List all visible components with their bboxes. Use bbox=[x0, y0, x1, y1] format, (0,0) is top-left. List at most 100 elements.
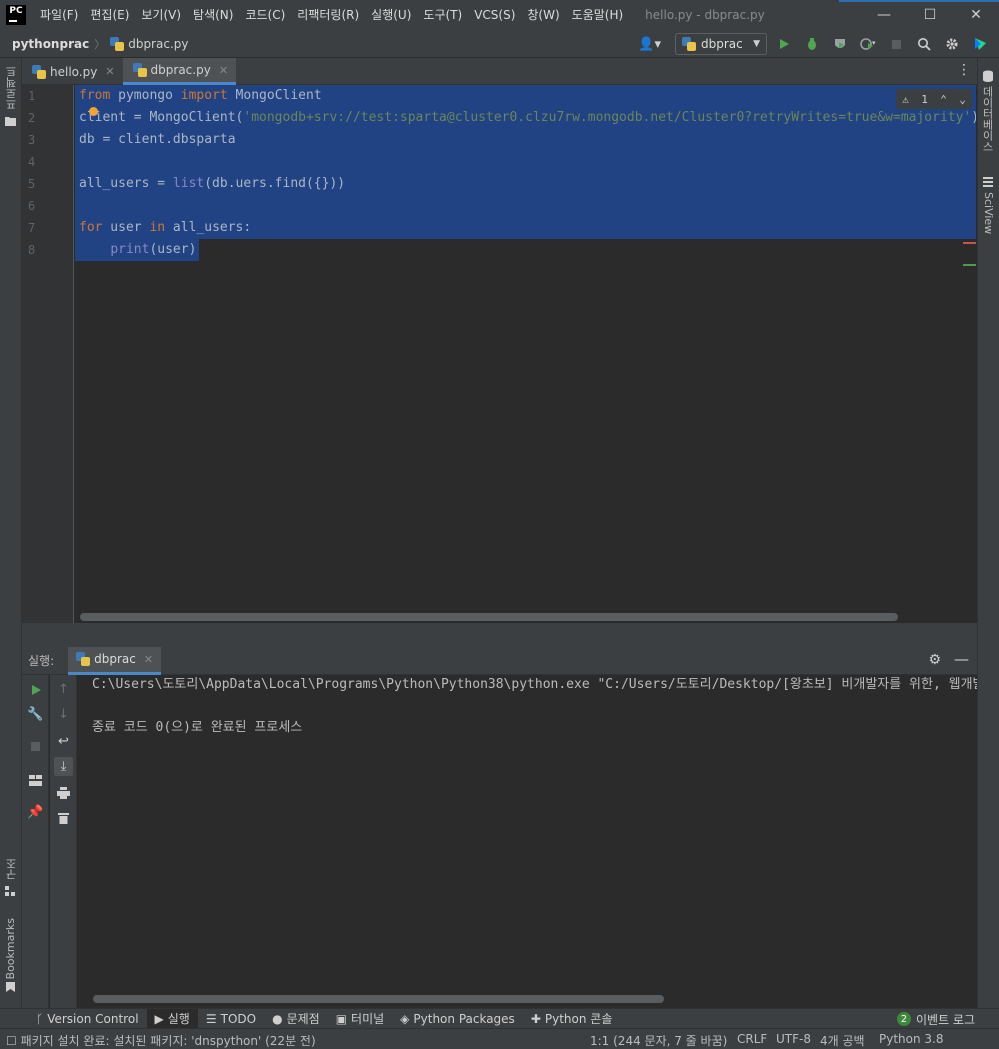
code-line: client = MongoClient('mongodb+srv://test… bbox=[79, 107, 976, 129]
python-file-icon bbox=[32, 64, 46, 79]
bookmark-icon bbox=[6, 982, 15, 992]
print-icon[interactable] bbox=[54, 783, 73, 802]
user-account-icon[interactable]: 👤▾ bbox=[638, 37, 661, 52]
bookmarks-tool-button[interactable]: Bookmarks bbox=[4, 918, 17, 979]
run-configuration-select[interactable]: dbprac ▼ bbox=[675, 33, 767, 55]
menu-refactor[interactable]: 리팩터링(R) bbox=[291, 0, 365, 30]
python-packages-tool-button[interactable]: ◈ Python Packages bbox=[392, 1009, 523, 1029]
line-number: 5 bbox=[28, 177, 36, 191]
menu-run[interactable]: 실행(U) bbox=[365, 0, 417, 30]
indent-setting[interactable]: 4개 공백 bbox=[820, 1032, 865, 1049]
todo-tool-button[interactable]: ☰ TODO bbox=[198, 1009, 264, 1029]
event-count-badge: 2 bbox=[896, 1012, 911, 1026]
status-message[interactable]: ☐ 패키지 설치 완료: 설치된 패키지: 'dnspython' (22분 전… bbox=[6, 1032, 316, 1049]
event-log-tool-button[interactable]: 2 이벤트 로그 bbox=[896, 1009, 975, 1029]
problems-icon: ● bbox=[272, 1011, 283, 1026]
close-tab-icon[interactable]: ✕ bbox=[219, 64, 228, 77]
code-token: all_users: bbox=[165, 220, 252, 235]
menu-help[interactable]: 도움말(H) bbox=[566, 0, 630, 30]
editor-horizontal-scrollbar[interactable] bbox=[80, 613, 898, 621]
sciview-tool-button[interactable]: SciView bbox=[982, 192, 995, 234]
menu-vcs[interactable]: VCS(S) bbox=[468, 0, 521, 30]
hide-panel-icon[interactable]: — bbox=[954, 650, 969, 668]
run-tool-button[interactable]: ▶ 실행 bbox=[146, 1008, 198, 1029]
close-tab-icon[interactable]: ✕ bbox=[105, 65, 114, 78]
breadcrumb-project[interactable]: pythonprac bbox=[12, 37, 89, 51]
jetbrains-toolbox-icon[interactable] bbox=[969, 33, 991, 55]
line-separator[interactable]: CRLF bbox=[737, 1032, 767, 1046]
settings-gear-icon[interactable] bbox=[941, 33, 963, 55]
project-tool-button[interactable]: 프로젝트 bbox=[4, 66, 20, 110]
code-editor[interactable]: from pymongo import MongoClient client = … bbox=[75, 85, 976, 623]
previous-issue-icon[interactable]: ⌃ bbox=[940, 93, 947, 106]
close-tab-icon[interactable]: ✕ bbox=[144, 653, 153, 666]
menu-window[interactable]: 창(W) bbox=[521, 0, 565, 30]
menu-navigate[interactable]: 탐색(N) bbox=[187, 0, 239, 30]
menu-view[interactable]: 보기(V) bbox=[135, 0, 187, 30]
error-stripe-marker[interactable] bbox=[963, 242, 976, 244]
run-settings-gear-icon[interactable]: ⚙ bbox=[928, 652, 941, 668]
tab-dbprac-py[interactable]: dbprac.py ✕ bbox=[122, 58, 237, 85]
change-stripe-marker[interactable] bbox=[963, 264, 976, 266]
menu-code[interactable]: 코드(C) bbox=[239, 0, 291, 30]
inspection-widget[interactable]: ⚠ 1 ⌃ ⌄ bbox=[896, 89, 972, 109]
search-icon[interactable] bbox=[913, 33, 935, 55]
stop-icon[interactable] bbox=[26, 737, 45, 756]
pycharm-logo-icon: PC bbox=[6, 5, 26, 25]
maximize-button[interactable]: ☐ bbox=[907, 0, 953, 30]
chevron-down-icon: ▼ bbox=[753, 39, 760, 49]
caret-position[interactable]: 1:1 (244 문자, 7 줄 바꿈) bbox=[590, 1032, 727, 1049]
pin-icon[interactable]: 📌 bbox=[26, 803, 45, 822]
menu-file[interactable]: 파일(F) bbox=[34, 0, 84, 30]
soft-wrap-icon[interactable]: ↩ bbox=[54, 732, 73, 751]
packages-icon: ◈ bbox=[400, 1011, 410, 1026]
debug-icon[interactable] bbox=[801, 33, 823, 55]
file-encoding[interactable]: UTF-8 bbox=[776, 1032, 811, 1046]
menu-tools[interactable]: 도구(T) bbox=[417, 0, 468, 30]
structure-tool-button[interactable]: 구조 bbox=[4, 858, 20, 880]
stop-icon[interactable] bbox=[885, 33, 907, 55]
problems-tool-button[interactable]: ● 문제점 bbox=[264, 1009, 328, 1029]
arrow-up-icon[interactable]: ↑ bbox=[54, 680, 73, 699]
arrow-down-icon[interactable]: ↓ bbox=[54, 705, 73, 724]
profile-icon[interactable]: ▾ bbox=[857, 33, 879, 55]
scroll-to-end-icon[interactable]: ⤓ bbox=[54, 757, 73, 776]
code-line: db = client.dbsparta bbox=[79, 129, 236, 151]
status-bar: ☐ 패키지 설치 완료: 설치된 패키지: 'dnspython' (22분 전… bbox=[0, 1028, 999, 1049]
python-interpreter[interactable]: Python 3.8 bbox=[879, 1032, 944, 1046]
minimize-button[interactable]: — bbox=[861, 0, 907, 30]
console-horizontal-scrollbar[interactable] bbox=[93, 995, 664, 1003]
coverage-icon[interactable] bbox=[829, 33, 851, 55]
python-console-tool-button[interactable]: ✚ Python 콘솔 bbox=[523, 1009, 621, 1029]
tab-hello-py[interactable]: hello.py ✕ bbox=[22, 58, 123, 85]
close-button[interactable]: ✕ bbox=[953, 0, 999, 30]
wrench-icon[interactable]: 🔧 bbox=[26, 705, 45, 724]
code-token: all_users = bbox=[79, 176, 173, 191]
run-tab-dbprac[interactable]: dbprac ✕ bbox=[68, 646, 162, 675]
code-line: all_users = list(db.uers.find({})) bbox=[79, 173, 345, 195]
code-line: for user in all_users: bbox=[79, 217, 251, 239]
terminal-tool-button[interactable]: ▣ 터미널 bbox=[328, 1009, 392, 1029]
line-number: 1 bbox=[28, 89, 36, 103]
code-token: import bbox=[180, 88, 228, 103]
intention-bulb-icon[interactable] bbox=[89, 107, 98, 116]
terminal-icon: ▣ bbox=[335, 1011, 348, 1026]
version-control-tool-button[interactable]: ᚴ Version Control bbox=[28, 1009, 147, 1029]
run-icon[interactable] bbox=[773, 33, 795, 55]
database-tool-button[interactable]: 데이터베이스 bbox=[979, 86, 995, 152]
next-issue-icon[interactable]: ⌄ bbox=[959, 93, 966, 106]
run-console-output[interactable]: C:\Users\도토리\AppData\Local\Programs\Pyth… bbox=[78, 675, 977, 1008]
code-token: ) bbox=[971, 110, 976, 125]
rerun-icon[interactable] bbox=[26, 680, 45, 699]
code-line: print(user) bbox=[79, 239, 196, 261]
layout-icon[interactable] bbox=[26, 771, 45, 790]
right-tool-strip: 데이터베이스 SciView bbox=[977, 58, 999, 1008]
menu-edit[interactable]: 편집(E) bbox=[84, 0, 135, 30]
more-tabs-icon[interactable]: ⋮ bbox=[957, 62, 971, 78]
run-panel-header: 실행: dbprac ✕ ⚙ — bbox=[22, 646, 977, 675]
code-token: pymongo bbox=[110, 88, 181, 103]
tool-button-label: Python 콘솔 bbox=[544, 1012, 613, 1026]
breadcrumb-file[interactable]: dbprac.py bbox=[128, 37, 188, 51]
trash-icon[interactable] bbox=[54, 808, 73, 827]
window-controls: — ☐ ✕ bbox=[861, 0, 999, 30]
